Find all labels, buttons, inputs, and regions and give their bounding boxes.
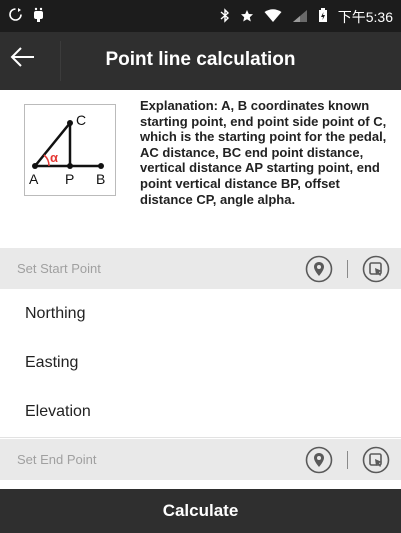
elevation-label: Elevation: [25, 403, 91, 420]
select-point-icon[interactable]: [362, 446, 390, 474]
android-debug-icon: [32, 7, 45, 25]
star-icon: [240, 9, 254, 26]
diagram-label-b: B: [96, 171, 105, 187]
toolbar: Point line calculation: [0, 32, 401, 90]
status-bar: 下午5:36: [0, 0, 401, 32]
northing-row[interactable]: Northing: [0, 290, 401, 340]
geometry-diagram: C α A P B: [24, 104, 116, 196]
select-point-icon[interactable]: [362, 255, 390, 283]
sync-icon: [8, 7, 23, 25]
diagram-label-c: C: [76, 112, 86, 128]
easting-row[interactable]: Easting: [0, 339, 401, 389]
diagram-label-angle: α: [50, 150, 58, 165]
start-point-label: Set Start Point: [17, 261, 101, 276]
location-pin-icon[interactable]: [305, 446, 333, 474]
location-pin-icon[interactable]: [305, 255, 333, 283]
diagram-label-a: A: [29, 171, 39, 187]
status-time: 下午5:36: [337, 9, 393, 25]
section-separator: [347, 451, 348, 469]
page-title: Point line calculation: [105, 49, 296, 70]
northing-label: Northing: [25, 305, 86, 322]
battery-icon: [318, 8, 328, 26]
wifi-icon: [264, 8, 282, 26]
start-point-section: Set Start Point: [0, 248, 401, 289]
elevation-row[interactable]: Elevation: [0, 388, 401, 438]
end-point-section: Set End Point: [0, 439, 401, 480]
diagram-label-p: P: [65, 171, 74, 187]
bluetooth-icon: [220, 8, 230, 26]
explanation-text: Explanation: A, B coordinates known star…: [140, 98, 387, 207]
section-separator: [347, 260, 348, 278]
end-point-label: Set End Point: [17, 452, 97, 467]
easting-label: Easting: [25, 354, 79, 371]
calculate-button[interactable]: Calculate: [0, 489, 401, 533]
signal-icon: [292, 9, 308, 26]
